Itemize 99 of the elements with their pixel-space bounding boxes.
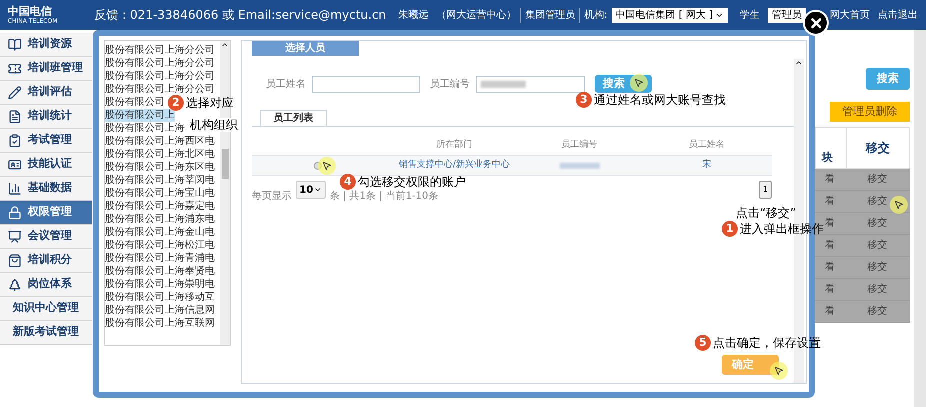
field-label: 员工编号 bbox=[430, 78, 470, 92]
org-item[interactable]: 股份有限公司上海宝山电 bbox=[105, 187, 215, 200]
bag-icon bbox=[8, 254, 22, 268]
transfer-link[interactable]: 移交 bbox=[868, 304, 888, 319]
sidebar-item[interactable]: 培训统计 bbox=[0, 105, 92, 129]
annotation-text: 选择对应 bbox=[186, 95, 234, 111]
ticket-icon bbox=[8, 62, 22, 76]
id-card-icon bbox=[8, 158, 22, 172]
id-field[interactable] bbox=[476, 76, 585, 92]
org-item[interactable]: 股份有限公司上海 bbox=[105, 122, 185, 135]
org-item[interactable]: 股份有限公司上海分公司 bbox=[105, 83, 215, 96]
org-item[interactable]: 股份有限公司上海嘉定电 bbox=[105, 200, 215, 213]
transfer-link[interactable]: 移交 bbox=[868, 216, 888, 231]
sidebar-item[interactable]: 岗位体系 bbox=[0, 273, 92, 297]
table-cell-text: 看 bbox=[825, 172, 835, 187]
column-header: 员工编号 bbox=[562, 139, 598, 152]
transfer-link[interactable]: 移交 bbox=[868, 172, 888, 187]
presentation-icon bbox=[8, 230, 22, 244]
mode-tab[interactable]: 学生 bbox=[736, 8, 764, 22]
org-item[interactable]: 股份有限公司上海东区电 bbox=[105, 161, 215, 174]
role-text: 集团管理员 bbox=[520, 8, 576, 22]
column-header: 员工姓名 bbox=[689, 139, 725, 152]
table-cell-text: 看 bbox=[825, 238, 835, 253]
org-item[interactable]: 股份有限公司上海崇明电 bbox=[105, 278, 215, 291]
sidebar-item[interactable]: 考试管理 bbox=[0, 129, 92, 153]
column-header: 块 bbox=[822, 150, 833, 166]
transfer-link[interactable]: 移交 bbox=[868, 282, 888, 297]
scrollbar-thumb[interactable] bbox=[222, 149, 228, 179]
department-link[interactable]: 销售支撑中心/新兴业务中心 bbox=[398, 158, 510, 172]
page-button[interactable]: 1 bbox=[759, 181, 772, 199]
org-item[interactable]: 股份有限公司上海分公司 bbox=[105, 70, 215, 83]
book-icon bbox=[8, 38, 22, 52]
org-item[interactable]: 股份有限公司 bbox=[105, 96, 165, 109]
org-item[interactable]: 股份有限公司上海分公司 bbox=[105, 44, 215, 57]
org-item[interactable]: 股份有限公司上海北区电 bbox=[105, 148, 215, 161]
name-field[interactable] bbox=[312, 76, 420, 92]
org-select[interactable]: 中国电信集团 [ 网大 ] bbox=[612, 8, 728, 22]
tree-icon bbox=[8, 278, 22, 292]
bar-chart-icon bbox=[8, 182, 22, 196]
annotation-text: 机构组织 bbox=[190, 118, 238, 132]
logo-text: 中国电信 bbox=[8, 6, 53, 16]
sidebar-item[interactable]: 培训评估 bbox=[0, 81, 92, 105]
delete-admin-button[interactable]: 管理员删除 bbox=[830, 102, 910, 122]
sidebar-item[interactable]: 知识中心管理 bbox=[0, 297, 92, 321]
org-item[interactable]: 股份有限公司上海浦东电 bbox=[105, 213, 215, 226]
mode-tab[interactable]: 管理员 bbox=[768, 8, 806, 22]
table-cell-text: 看 bbox=[825, 260, 835, 275]
table-cell-text: 宋 bbox=[702, 158, 712, 172]
org-label: 机构: bbox=[579, 8, 608, 22]
transfer-link[interactable]: 移交 bbox=[868, 260, 888, 275]
annotation-text: 勾选移交权限的账户 bbox=[358, 174, 466, 190]
sidebar-item[interactable]: 新版考试管理 bbox=[0, 321, 92, 345]
pager-info: 条 | 共1条 | 当前1-10条 bbox=[330, 190, 439, 204]
pencil-icon bbox=[8, 86, 22, 100]
org-item[interactable]: 股份有限公司上海互联网 bbox=[105, 317, 215, 330]
org-item[interactable]: 股份有限公司上海移动互 bbox=[105, 291, 215, 304]
sidebar-item[interactable]: 基础数据 bbox=[0, 177, 92, 201]
sidebar-item[interactable]: 权限管理 bbox=[0, 201, 92, 225]
per-page-select[interactable]: 10 bbox=[296, 181, 326, 199]
sidebar-item[interactable]: 会议管理 bbox=[0, 225, 92, 249]
org-item[interactable]: 股份有限公司上海分公司 bbox=[105, 57, 215, 70]
header-link[interactable]: 点击退出 bbox=[878, 8, 918, 22]
transfer-link[interactable]: 移交 bbox=[868, 194, 888, 209]
org-item[interactable]: 股份有限公司上 bbox=[105, 109, 175, 122]
field-label: 员工姓名 bbox=[266, 78, 306, 92]
column-header: 移交 bbox=[866, 140, 890, 157]
column-header: 所在部门 bbox=[436, 139, 472, 152]
table-cell-text: 看 bbox=[825, 216, 835, 231]
annotation-text: 通过姓名或网大账号查找 bbox=[594, 92, 726, 108]
user-name: 朱曦远 bbox=[398, 8, 428, 22]
transfer-link[interactable]: 移交 bbox=[868, 238, 888, 253]
sidebar-item[interactable]: 培训资源 bbox=[0, 33, 92, 57]
org-item[interactable]: 股份有限公司上海青浦电 bbox=[105, 252, 215, 265]
feedback-text: 反馈：021-33846066 或 Email:service@myctu.cn bbox=[94, 7, 386, 24]
org-item[interactable]: 股份有限公司上海奉贤电 bbox=[105, 265, 215, 278]
document-icon bbox=[8, 110, 22, 124]
org-item[interactable]: 股份有限公司上海松江电 bbox=[105, 239, 215, 252]
header-link[interactable]: 网大首页 bbox=[830, 8, 870, 22]
org-item[interactable]: 股份有限公司上海信息网 bbox=[105, 304, 215, 317]
sidebar-item[interactable]: 培训班管理 bbox=[0, 57, 92, 81]
annotation-text: 点击“移交” bbox=[736, 205, 796, 221]
table-cell-text: 看 bbox=[825, 194, 835, 209]
close-icon bbox=[808, 16, 824, 30]
table-cell-text: 看 bbox=[825, 282, 835, 297]
redacted-text-icon bbox=[560, 162, 600, 168]
org-unit: （网大运营中心） bbox=[436, 8, 516, 22]
clipboard-icon bbox=[8, 134, 22, 148]
scroll-up-icon bbox=[795, 59, 803, 67]
redacted-text-icon bbox=[481, 80, 526, 88]
table-cell-text: 看 bbox=[825, 304, 835, 319]
org-item[interactable]: 股份有限公司上海西区电 bbox=[105, 135, 215, 148]
lock-icon bbox=[8, 206, 22, 220]
per-page-label: 每页显示 bbox=[252, 190, 292, 204]
list-tab[interactable]: 员工列表 bbox=[260, 110, 327, 126]
org-item[interactable]: 股份有限公司上海莘闵电 bbox=[105, 174, 215, 187]
org-item[interactable]: 股份有限公司上海金山电 bbox=[105, 226, 215, 239]
sidebar-item[interactable]: 技能认证 bbox=[0, 153, 92, 177]
sidebar-item[interactable]: 培训积分 bbox=[0, 249, 92, 273]
scroll-up-icon bbox=[221, 41, 229, 49]
